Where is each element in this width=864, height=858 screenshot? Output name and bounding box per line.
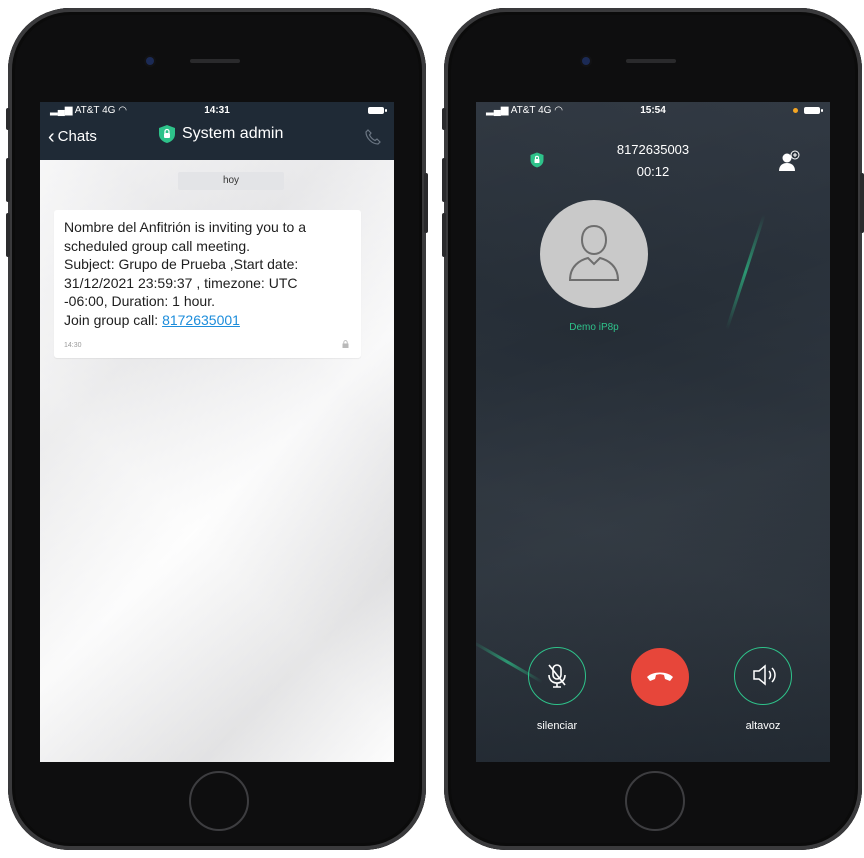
- phone-left: ▂▄▆ AT&T 4G ◠ 14:31 ‹Chats System admin: [6, 8, 428, 850]
- side-switch: [442, 108, 446, 130]
- volume-up-button: [442, 158, 446, 202]
- volume-up-button: [6, 158, 10, 202]
- chat-title-text: System admin: [182, 125, 284, 142]
- lock-icon: [342, 340, 349, 348]
- side-switch: [6, 108, 10, 130]
- status-time: 14:31: [204, 105, 230, 116]
- microphone-icon: [548, 664, 566, 688]
- add-contact-icon[interactable]: [778, 150, 800, 172]
- chat-screen: ▂▄▆ AT&T 4G ◠ 14:31 ‹Chats System admin: [40, 102, 394, 762]
- power-button: [860, 173, 864, 233]
- home-button[interactable]: [625, 771, 685, 831]
- earpiece: [190, 59, 240, 63]
- status-bar: ▂▄▆ AT&T 4G ◠ 15:54: [476, 102, 830, 120]
- day-separator: hoy: [178, 172, 284, 190]
- home-button[interactable]: [189, 771, 249, 831]
- speaker-icon: [753, 664, 776, 686]
- back-button[interactable]: ‹ Chats: [48, 126, 97, 148]
- status-time: 15:54: [640, 105, 666, 116]
- hangup-icon: [647, 672, 673, 681]
- message-time: 14:30: [64, 342, 82, 349]
- speaker-button[interactable]: [734, 647, 792, 705]
- battery-icon: [368, 107, 387, 114]
- user-silhouette-icon: [568, 224, 620, 281]
- status-bar: ▂▄▆ AT&T 4G ◠ 14:31: [40, 102, 394, 120]
- chat-title[interactable]: System admin: [158, 124, 283, 144]
- message-line: Nombre del Anfitrión is inviting you to …: [64, 219, 307, 235]
- front-camera: [582, 57, 590, 65]
- mute-label: silenciar: [536, 720, 578, 732]
- message-line: 31/12/2021 23:59:37 , timezone: UTC: [64, 274, 298, 291]
- power-button: [424, 173, 428, 233]
- call-screen: ▂▄▆ AT&T 4G ◠ 15:54 8172635003 00:12 Dem…: [476, 102, 830, 762]
- message-text: Nombre del Anfitrión is inviting you to …: [64, 218, 356, 329]
- mute-button[interactable]: [528, 647, 586, 705]
- call-duration: 00:12: [636, 164, 670, 179]
- earpiece: [626, 59, 676, 63]
- join-call-link[interactable]: 8172635001: [162, 312, 240, 328]
- recording-dot-icon: [793, 108, 798, 113]
- chevron-left-icon: ‹: [48, 126, 55, 148]
- battery-icon: [804, 107, 823, 114]
- shield-lock-icon: [159, 125, 175, 143]
- message-line: Subject: Grupo de Prueba ,Start date:: [64, 256, 299, 272]
- volume-down-button: [442, 213, 446, 257]
- chat-header: ▂▄▆ AT&T 4G ◠ 14:31 ‹ Chats System admin: [40, 102, 394, 160]
- join-prefix: Join group call:: [64, 311, 163, 328]
- chat-body: hoy Nombre del Anfitrión is inviting you…: [40, 160, 394, 762]
- avatar: [540, 200, 648, 308]
- message-line: -06:00, Duration: 1 hour.: [64, 293, 215, 309]
- phone-right: ▂▄▆ AT&T 4G ◠ 15:54 8172635003 00:12 Dem…: [442, 8, 864, 850]
- join-line: Join group call: 8172635001: [64, 311, 356, 330]
- speaker-label: altavoz: [745, 720, 781, 732]
- decorative-glow: [725, 214, 766, 330]
- hangup-button[interactable]: [631, 648, 689, 706]
- front-camera: [146, 57, 154, 65]
- back-label: Chats: [57, 128, 97, 145]
- call-number: 8172635003: [616, 142, 690, 157]
- message-bubble[interactable]: Nombre del Anfitrión is inviting you to …: [54, 210, 361, 358]
- contact-name: Demo iP8p: [569, 322, 619, 333]
- phone-call-icon[interactable]: [364, 128, 382, 146]
- volume-down-button: [6, 213, 10, 257]
- message-line: scheduled group call meeting.: [64, 237, 251, 254]
